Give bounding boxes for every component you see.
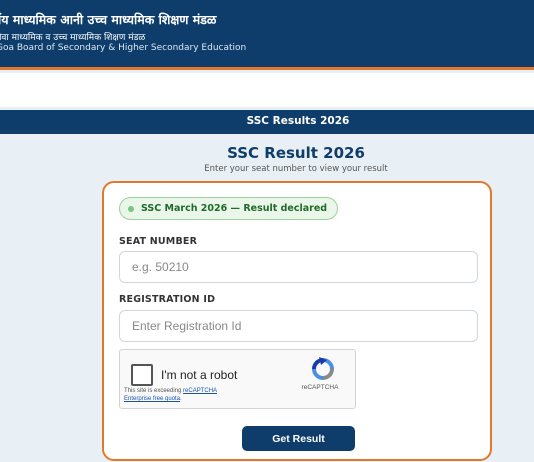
get-result-button[interactable]: Get Result <box>242 426 355 451</box>
registration-id-label: REGISTRATION ID <box>119 294 216 305</box>
result-form-card: SSC March 2026 — Result declared SEAT NU… <box>102 181 492 461</box>
nav-title: SSC Results 2026 <box>246 115 350 127</box>
recaptcha-brand: reCAPTCHA <box>301 384 339 391</box>
page-title: SSC Result 2026 <box>227 144 365 162</box>
seat-number-label: SEAT NUMBER <box>119 236 198 247</box>
site-header: गोंय माध्यमिक आनी उच्च माध्यमिक शिक्षण म… <box>0 0 534 70</box>
header-title-english: Goa Board of Secondary & Higher Secondar… <box>0 43 247 53</box>
header-title-konkani: गोंय माध्यमिक आनी उच्च माध्यमिक शिक्षण म… <box>0 12 217 27</box>
status-dot-icon <box>128 205 134 212</box>
registration-id-placeholder: Enter Registration Id <box>132 319 242 333</box>
seat-number-placeholder: e.g. 50210 <box>132 260 189 274</box>
recaptcha-quota-note: This site is exceeding reCAPTCHA Enterpr… <box>124 387 284 403</box>
seat-number-input[interactable]: e.g. 50210 <box>119 251 478 283</box>
enterprise-quota-link[interactable]: Enterprise free quota <box>124 396 180 402</box>
quota-note-text: This site is exceeding <box>124 388 184 394</box>
recaptcha-checkbox[interactable] <box>131 364 153 386</box>
recaptcha-label: I'm not a robot <box>161 368 238 382</box>
quota-note-period: . <box>180 396 182 403</box>
recaptcha-link[interactable]: reCAPTCHA <box>183 388 217 394</box>
page-subtitle: Enter your seat number to view your resu… <box>204 164 388 174</box>
status-badge-text: SSC March 2026 — Result declared <box>141 203 328 214</box>
registration-id-input[interactable]: Enter Registration Id <box>119 310 478 342</box>
header-strip <box>0 73 534 107</box>
status-badge: SSC March 2026 — Result declared <box>119 197 339 220</box>
header-title-marathi: गोवा माध्यमिक व उच्च माध्यमिक शिक्षण मंड… <box>0 33 146 43</box>
results-nav-bar: SSC Results 2026 <box>0 110 534 134</box>
recaptcha-logo-icon <box>312 357 334 380</box>
recaptcha-widget: I'm not a robot reCAPTCHA This site is e… <box>119 349 356 409</box>
